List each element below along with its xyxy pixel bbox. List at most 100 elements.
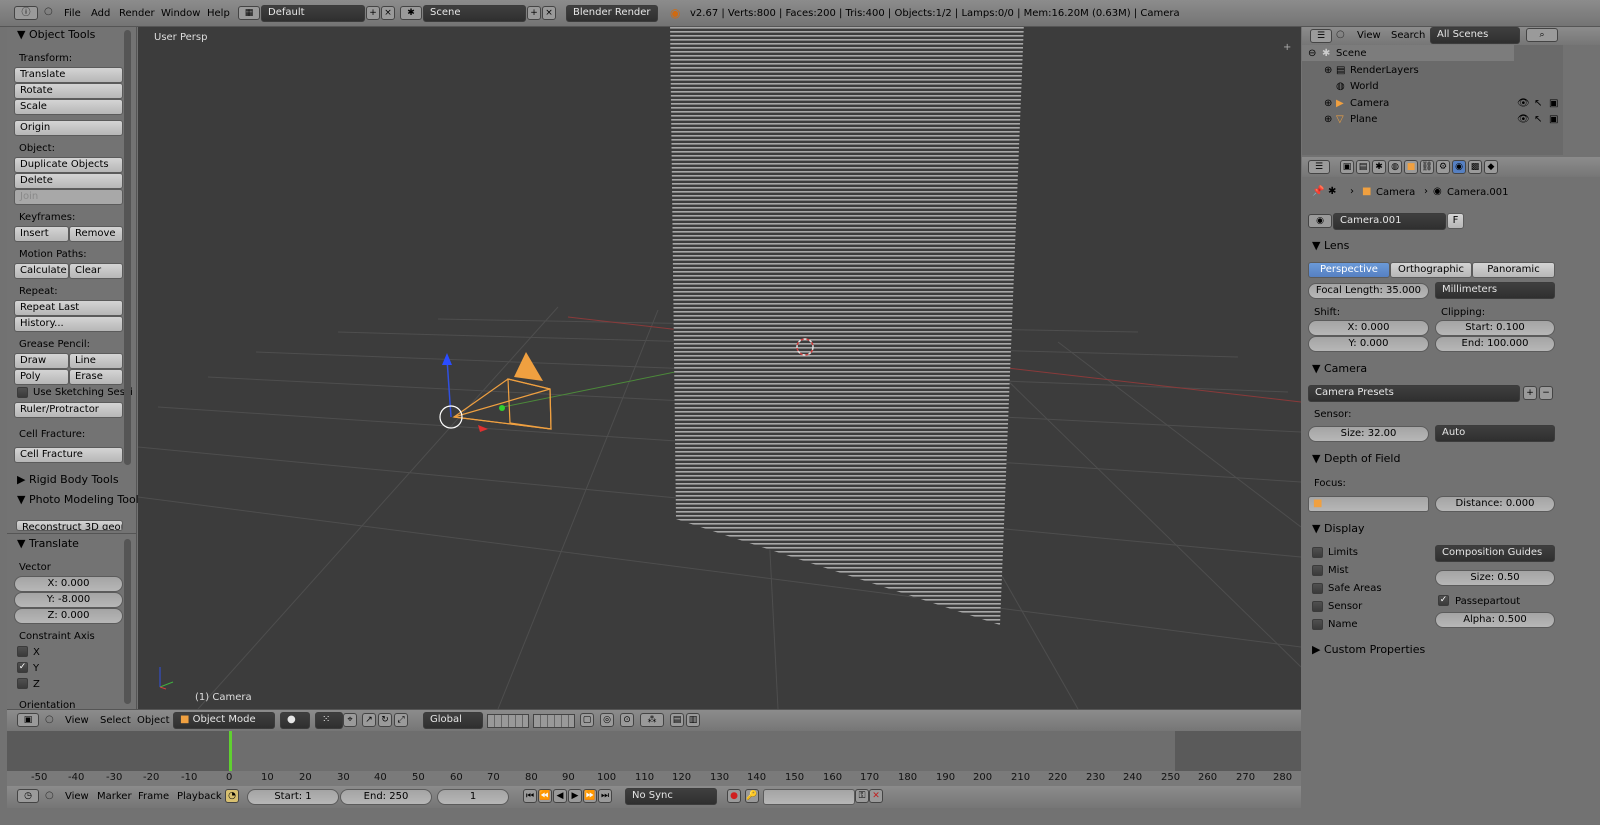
object-tools-header[interactable]: ▼ Object Tools <box>17 28 95 41</box>
outliner-collapse-icon[interactable]: ○ <box>1336 29 1345 40</box>
breadcrumb-data[interactable]: Camera.001 <box>1447 187 1509 198</box>
sensor-fit-select[interactable]: Auto <box>1435 425 1555 442</box>
lens-unit-select[interactable]: Millimeters <box>1435 282 1555 299</box>
pivot-select[interactable]: ⁙ <box>315 712 343 729</box>
select-arrow-icon[interactable]: ↖ <box>1534 98 1542 109</box>
draw-button[interactable]: Draw <box>14 353 69 369</box>
sensor-checkbox[interactable] <box>1312 601 1323 612</box>
current-frame-indicator[interactable] <box>229 731 232 771</box>
menu-add[interactable]: Add <box>91 8 110 19</box>
pin-icon[interactable]: 📌 <box>1312 186 1324 197</box>
shift-x-field[interactable]: X: 0.000 <box>1308 320 1429 336</box>
snap-element-icon[interactable]: ⁂ <box>640 713 664 727</box>
operator-scrollbar[interactable] <box>124 539 131 704</box>
current-frame-field[interactable]: 1 <box>437 789 509 805</box>
repeat-last-button[interactable]: Repeat Last <box>14 300 123 316</box>
custom-properties-header[interactable]: ▶ Custom Properties <box>1312 643 1425 656</box>
sync-select[interactable]: No Sync <box>625 788 717 805</box>
vector-z-field[interactable]: Z: 0.000 <box>14 608 123 624</box>
rigid-body-tools-header[interactable]: ▶ Rigid Body Tools <box>17 473 119 486</box>
render-camera-icon[interactable]: ▣ <box>1549 98 1558 109</box>
properties-editor-icon[interactable]: ☰ <box>1308 160 1330 174</box>
jump-keyframe-back-icon[interactable]: ⏪ <box>538 789 552 803</box>
timeline-menu-marker[interactable]: Marker <box>97 791 132 802</box>
outliner-menu-view[interactable]: View <box>1357 30 1381 41</box>
collapse-menu-icon[interactable]: ○ <box>44 6 53 17</box>
tool-shelf-scrollbar[interactable] <box>124 30 131 465</box>
menu-select[interactable]: Select <box>100 715 131 726</box>
add-scene-icon[interactable]: + <box>527 6 541 20</box>
opengl-anim-icon[interactable]: ▥ <box>686 713 700 727</box>
clear-button[interactable]: Clear <box>69 263 123 279</box>
collapse-icon[interactable]: ○ <box>45 714 54 725</box>
dof-panel-header[interactable]: ▼ Depth of Field <box>1312 452 1400 465</box>
fake-user-button[interactable]: F <box>1447 213 1464 229</box>
layers-group-2[interactable] <box>533 714 575 728</box>
add-preset-icon[interactable]: + <box>1523 386 1537 400</box>
focal-length-field[interactable]: Focal Length: 35.000 <box>1308 283 1429 299</box>
camera-presets-select[interactable]: Camera Presets <box>1308 385 1520 402</box>
opengl-render-icon[interactable]: ▤ <box>670 713 684 727</box>
translate-manipulator-icon[interactable]: ↗ <box>362 713 376 727</box>
timeline-collapse-icon[interactable]: ○ <box>45 790 54 801</box>
scale-manipulator-icon[interactable]: ⤢ <box>394 713 408 727</box>
clip-start-field[interactable]: Start: 0.100 <box>1435 320 1555 336</box>
breadcrumb-object[interactable]: Camera <box>1376 187 1415 198</box>
timeline-menu-playback[interactable]: Playback <box>177 791 222 802</box>
scale-button[interactable]: Scale <box>14 99 123 115</box>
jump-end-icon[interactable]: ⏭ <box>598 789 612 803</box>
ruler-protractor-button[interactable]: Ruler/Protractor <box>14 402 123 418</box>
keying-set-icon[interactable]: 🔑 <box>745 789 759 803</box>
outliner-item-camera[interactable]: Camera <box>1350 98 1389 109</box>
mist-checkbox[interactable] <box>1312 565 1323 576</box>
render-tab-icon[interactable]: ▣ <box>1340 160 1354 174</box>
record-icon[interactable]: ● <box>727 789 741 803</box>
outliner-menu-search[interactable]: Search <box>1391 30 1425 41</box>
timeline-editor-icon[interactable]: ◷ <box>17 789 39 803</box>
passepartout-size-field[interactable]: Size: 0.50 <box>1435 570 1555 586</box>
datablock-name-field[interactable]: Camera.001 <box>1333 213 1446 230</box>
clip-end-field[interactable]: End: 100.000 <box>1435 336 1555 352</box>
rotate-button[interactable]: Rotate <box>14 83 123 99</box>
layout-field[interactable]: Default <box>261 5 365 22</box>
duplicate-objects-button[interactable]: Duplicate Objects <box>14 157 123 173</box>
manipulator-toggle-icon[interactable]: ⌖ <box>343 713 357 727</box>
transform-orientation-select[interactable]: Global <box>423 712 483 729</box>
dof-distance-field[interactable]: Distance: 0.000 <box>1435 496 1555 512</box>
insert-keyset-icon[interactable]: ⚿ <box>855 789 869 803</box>
calculate-button[interactable]: Calculate <box>14 263 69 279</box>
object-tab-icon[interactable]: ■ <box>1404 160 1418 174</box>
end-frame-field[interactable]: End: 250 <box>340 789 432 805</box>
passepartout-alpha-field[interactable]: Alpha: 0.500 <box>1435 612 1555 628</box>
select-arrow-icon[interactable]: ↖ <box>1534 114 1542 125</box>
modifiers-tab-icon[interactable]: ⚙ <box>1436 160 1450 174</box>
perspective-tab[interactable]: Perspective <box>1308 262 1390 278</box>
cell-fracture-button[interactable]: Cell Fracture <box>14 447 123 463</box>
panoramic-tab[interactable]: Panoramic <box>1472 262 1555 278</box>
delete-button[interactable]: Delete <box>14 173 123 189</box>
texture-tab-icon[interactable]: ▩ <box>1468 160 1482 174</box>
editor-type-icon[interactable]: ▣ <box>17 713 39 727</box>
history-button[interactable]: History... <box>14 316 123 332</box>
play-reverse-icon[interactable]: ◀ <box>553 789 567 803</box>
menu-view[interactable]: View <box>65 715 89 726</box>
join-button[interactable]: Join <box>14 189 123 205</box>
outliner-editor-icon[interactable]: ☰ <box>1310 29 1332 43</box>
insert-keyframe-button[interactable]: Insert <box>14 226 69 242</box>
orthographic-tab[interactable]: Orthographic <box>1390 262 1472 278</box>
expand-icon[interactable]: ⊕ <box>1324 98 1332 109</box>
expand-icon[interactable]: ⊖ <box>1308 48 1316 59</box>
scene-icon[interactable]: ✱ <box>400 6 422 20</box>
outliner-item-renderlayers[interactable]: RenderLayers <box>1350 65 1419 76</box>
menu-window[interactable]: Window <box>161 8 200 19</box>
menu-help[interactable]: Help <box>207 8 230 19</box>
origin-button[interactable]: Origin <box>14 120 123 136</box>
vector-y-field[interactable]: Y: -8.000 <box>14 592 123 608</box>
line-button[interactable]: Line <box>69 353 123 369</box>
play-icon[interactable]: ▶ <box>568 789 582 803</box>
datablock-browse-icon[interactable]: ◉ <box>1308 214 1332 228</box>
reconstruct-button[interactable]: Reconstruct 3D geom <box>16 520 123 531</box>
outliner-search-icon[interactable]: ⌕ <box>1526 28 1558 42</box>
render-camera-icon[interactable]: ▣ <box>1549 114 1558 125</box>
passepartout-checkbox[interactable]: ✓ <box>1438 595 1449 606</box>
